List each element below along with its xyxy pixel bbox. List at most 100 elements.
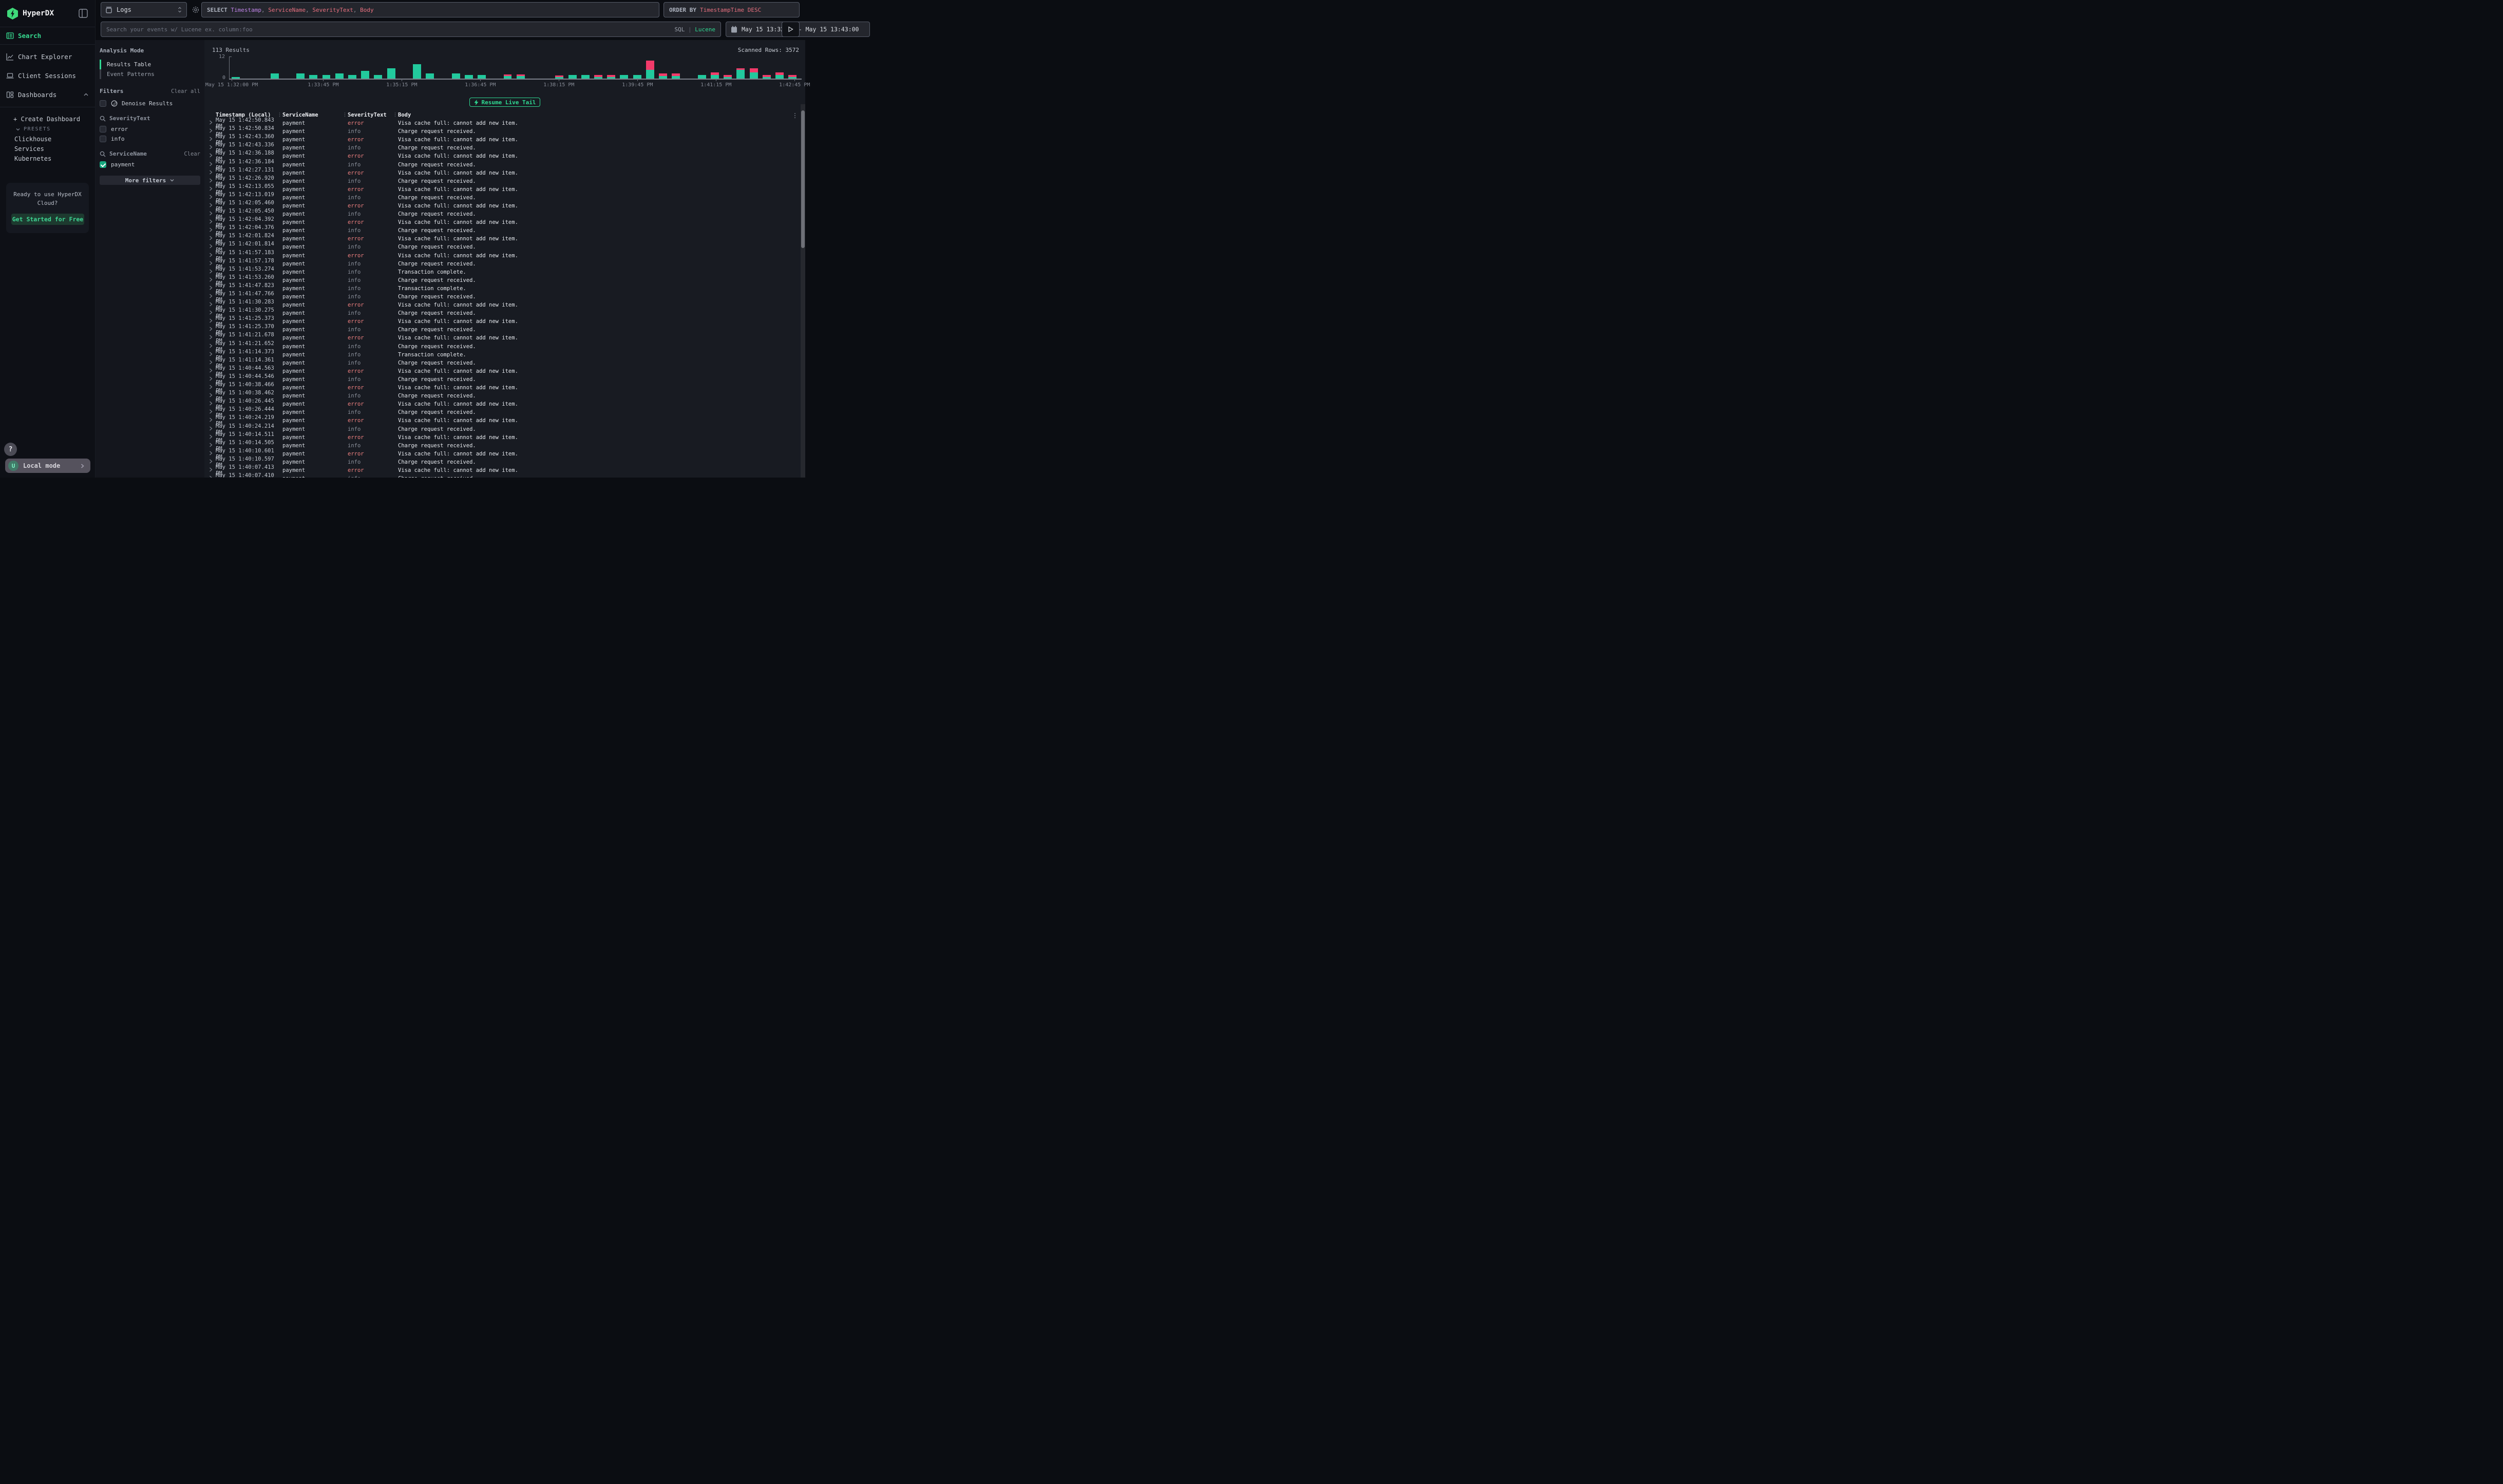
checkbox[interactable] <box>100 136 106 142</box>
histogram-bar[interactable] <box>659 73 667 79</box>
source-settings-gear-icon[interactable] <box>192 6 200 14</box>
table-row[interactable]: May 15 1:40:44.546 PM payment info Charg… <box>204 375 805 384</box>
sql-columns-input[interactable]: SELECT Timestamp, ServiceName, SeverityT… <box>201 2 659 17</box>
row-expand-chevron-icon[interactable] <box>204 294 216 300</box>
row-expand-chevron-icon[interactable] <box>204 162 216 168</box>
column-resize-handle[interactable]: ⋮ <box>393 112 398 118</box>
column-header-body[interactable]: Body <box>398 112 805 118</box>
table-row[interactable]: May 15 1:42:50.843 PM payment error Visa… <box>204 119 805 127</box>
denoise-results-checkbox[interactable]: Denoise Results <box>100 100 200 107</box>
row-expand-chevron-icon[interactable] <box>204 137 216 143</box>
histogram-bar[interactable] <box>452 73 460 79</box>
table-row[interactable]: May 15 1:40:10.601 PM payment error Visa… <box>204 450 805 458</box>
histogram-bar[interactable] <box>465 75 473 79</box>
table-row[interactable]: May 15 1:40:26.444 PM payment info Charg… <box>204 408 805 416</box>
table-row[interactable]: May 15 1:40:26.445 PM payment error Visa… <box>204 400 805 408</box>
row-expand-chevron-icon[interactable] <box>204 302 216 308</box>
row-expand-chevron-icon[interactable] <box>204 344 216 350</box>
table-row[interactable]: May 15 1:41:30.275 PM payment info Charg… <box>204 309 805 317</box>
row-expand-chevron-icon[interactable] <box>204 475 216 478</box>
histogram-bar[interactable] <box>607 75 615 79</box>
histogram-bar[interactable] <box>594 75 602 79</box>
get-started-button[interactable]: Get Started for Free <box>11 214 84 225</box>
results-histogram[interactable]: 12 0 May 15 1:32:00 PM1:33:45 PM1:35:15 … <box>204 55 805 89</box>
row-expand-chevron-icon[interactable] <box>204 451 216 457</box>
table-row[interactable]: May 15 1:42:13.019 PM payment info Charg… <box>204 194 805 202</box>
histogram-bar[interactable] <box>271 73 279 79</box>
row-expand-chevron-icon[interactable] <box>204 186 216 193</box>
order-by-input[interactable]: ORDER BY TimestampTime DESC <box>663 2 800 17</box>
checkbox[interactable] <box>100 100 106 107</box>
table-row[interactable]: May 15 1:42:43.360 PM payment error Visa… <box>204 136 805 144</box>
histogram-bar[interactable] <box>374 75 382 79</box>
row-expand-chevron-icon[interactable] <box>204 195 216 201</box>
row-expand-chevron-icon[interactable] <box>204 443 216 449</box>
histogram-bar[interactable] <box>633 75 641 79</box>
histogram-bar[interactable] <box>724 75 732 79</box>
mode-lucene-label[interactable]: Lucene <box>695 26 715 33</box>
row-expand-chevron-icon[interactable] <box>204 120 216 126</box>
row-expand-chevron-icon[interactable] <box>204 253 216 259</box>
row-expand-chevron-icon[interactable] <box>204 269 216 275</box>
row-expand-chevron-icon[interactable] <box>204 203 216 209</box>
more-filters-button[interactable]: More filters <box>100 176 200 185</box>
column-header-severitytext[interactable]: SeverityText <box>348 112 398 118</box>
histogram-bar[interactable] <box>763 75 771 79</box>
table-row[interactable]: May 15 1:40:38.466 PM payment error Visa… <box>204 384 805 392</box>
table-row[interactable]: May 15 1:40:10.597 PM payment info Charg… <box>204 458 805 466</box>
table-row[interactable]: May 15 1:40:07.410 PM payment info Charg… <box>204 474 805 478</box>
create-dashboard-button[interactable]: + Create Dashboard <box>0 114 95 124</box>
run-query-button[interactable] <box>782 22 800 37</box>
table-row[interactable]: May 15 1:41:14.361 PM payment info Charg… <box>204 359 805 367</box>
checkbox[interactable] <box>100 126 106 132</box>
row-expand-chevron-icon[interactable] <box>204 409 216 415</box>
histogram-bar[interactable] <box>620 75 628 79</box>
row-expand-chevron-icon[interactable] <box>204 335 216 341</box>
presets-toggle[interactable]: PRESETS <box>0 124 95 134</box>
row-expand-chevron-icon[interactable] <box>204 244 216 250</box>
row-expand-chevron-icon[interactable] <box>204 327 216 333</box>
row-expand-chevron-icon[interactable] <box>204 459 216 465</box>
resume-live-tail-button[interactable]: Resume Live Tail <box>469 98 541 107</box>
table-scrollbar-thumb[interactable] <box>801 110 805 248</box>
table-row[interactable]: May 15 1:40:24.214 PM payment info Charg… <box>204 425 805 433</box>
histogram-bar[interactable] <box>581 75 590 79</box>
table-row[interactable]: May 15 1:41:53.260 PM payment info Charg… <box>204 276 805 284</box>
table-row[interactable]: May 15 1:41:25.373 PM payment error Visa… <box>204 317 805 326</box>
row-expand-chevron-icon[interactable] <box>204 318 216 325</box>
histogram-bar[interactable] <box>711 72 719 79</box>
table-row[interactable]: May 15 1:42:36.184 PM payment info Charg… <box>204 160 805 168</box>
table-row[interactable]: May 15 1:42:05.460 PM payment error Visa… <box>204 202 805 210</box>
row-expand-chevron-icon[interactable] <box>204 393 216 399</box>
histogram-bar[interactable] <box>309 75 317 79</box>
histogram-bar[interactable] <box>517 74 525 79</box>
tab-event-patterns[interactable]: Event Patterns <box>100 69 200 79</box>
table-row[interactable]: May 15 1:40:38.462 PM payment info Charg… <box>204 392 805 400</box>
table-row[interactable]: May 15 1:42:05.450 PM payment info Charg… <box>204 210 805 218</box>
row-expand-chevron-icon[interactable] <box>204 236 216 242</box>
table-row[interactable]: May 15 1:40:24.219 PM payment error Visa… <box>204 416 805 425</box>
row-expand-chevron-icon[interactable] <box>204 286 216 292</box>
row-expand-chevron-icon[interactable] <box>204 310 216 316</box>
table-row[interactable]: May 15 1:42:01.824 PM payment error Visa… <box>204 235 805 243</box>
table-row[interactable]: May 15 1:41:25.370 PM payment info Charg… <box>204 326 805 334</box>
row-expand-chevron-icon[interactable] <box>204 277 216 283</box>
sidebar-item-chart-explorer[interactable]: Chart Explorer <box>0 48 95 65</box>
sidebar-item-client-sessions[interactable]: Client Sessions <box>0 67 95 84</box>
histogram-bar[interactable] <box>348 75 356 79</box>
search-input[interactable]: Search your events w/ Lucene ex. column:… <box>101 22 721 37</box>
row-expand-chevron-icon[interactable] <box>204 426 216 432</box>
table-row[interactable]: May 15 1:42:27.131 PM payment error Visa… <box>204 169 805 177</box>
row-expand-chevron-icon[interactable] <box>204 170 216 176</box>
table-row[interactable]: May 15 1:42:01.814 PM payment info Charg… <box>204 243 805 251</box>
row-expand-chevron-icon[interactable] <box>204 178 216 184</box>
row-expand-chevron-icon[interactable] <box>204 417 216 424</box>
checkbox[interactable] <box>100 161 106 168</box>
table-row[interactable]: May 15 1:42:36.188 PM payment error Visa… <box>204 152 805 160</box>
histogram-bar[interactable] <box>323 75 331 79</box>
table-row[interactable]: May 15 1:42:04.376 PM payment info Charg… <box>204 226 805 235</box>
histogram-bar[interactable] <box>361 71 369 79</box>
table-scrollbar[interactable] <box>801 104 805 478</box>
sidebar-collapse-icon[interactable] <box>79 9 88 18</box>
row-expand-chevron-icon[interactable] <box>204 153 216 159</box>
